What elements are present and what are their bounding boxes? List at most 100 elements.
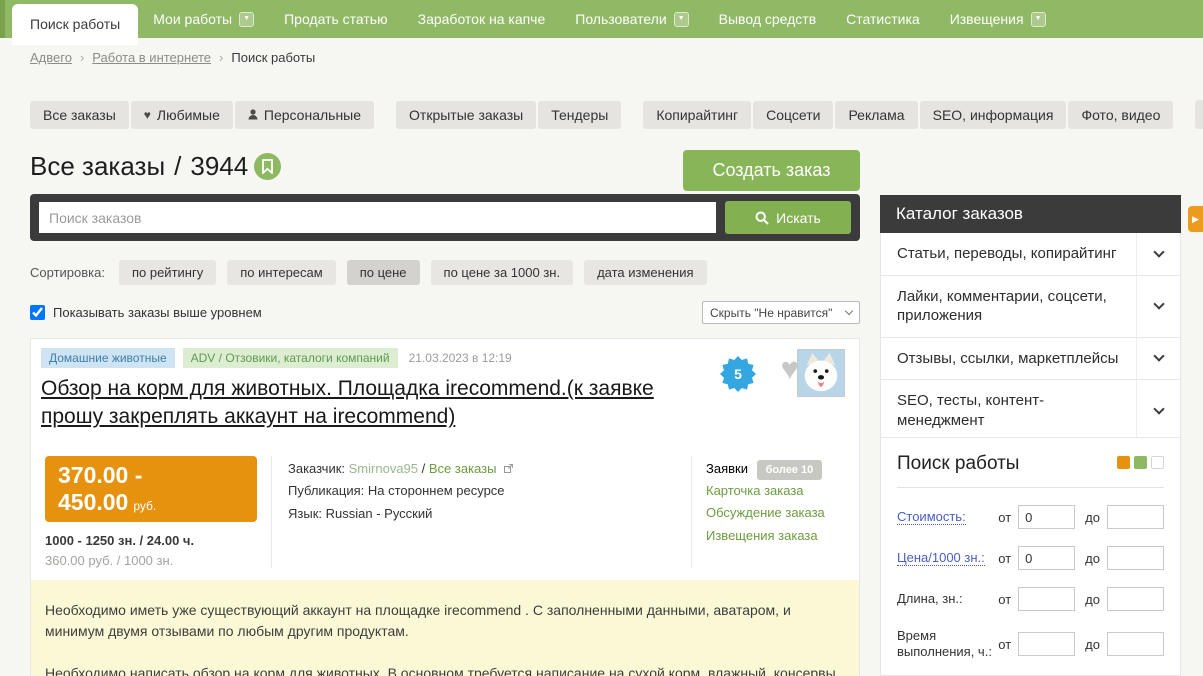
order-info-column: Заказчик: Smirnova95 / Все заказы Публик… xyxy=(271,455,691,568)
price-per-1000-filter-link[interactable]: Цена/1000 зн.: xyxy=(897,549,985,566)
price-per-1000-to-input[interactable] xyxy=(1107,546,1164,570)
sort-by-price[interactable]: по цене xyxy=(346,260,420,285)
search-input[interactable] xyxy=(39,202,716,233)
external-link-icon xyxy=(504,463,514,473)
price-per-1000-from-input[interactable] xyxy=(1018,546,1076,570)
catalog-item-likes-social[interactable]: Лайки, комментарии, соцсети, приложения xyxy=(881,275,1180,338)
applications-badge: более 10 xyxy=(756,459,823,481)
nav-tab-statistics[interactable]: Статистика xyxy=(831,0,935,38)
filter-social[interactable]: Соцсети xyxy=(753,100,834,129)
price-currency: руб. xyxy=(133,498,157,513)
filter-photo-video[interactable]: Фото, видео xyxy=(1068,100,1174,129)
nav-tab-label: Поиск работы xyxy=(30,16,121,32)
description-paragraph: Необходимо иметь уже существующий аккаун… xyxy=(45,601,791,639)
breadcrumb-separator: › xyxy=(219,50,224,65)
customer-all-orders-link[interactable]: Все заказы xyxy=(429,461,497,476)
order-card-link[interactable]: Карточка заказа xyxy=(706,480,859,502)
order-notifications-link[interactable]: Извещения заказа xyxy=(706,525,859,547)
nav-tab-label: Мои работы xyxy=(153,11,233,27)
bookmark-button[interactable] xyxy=(254,153,282,180)
hide-dislike-select[interactable]: Скрыть "Не нравится" xyxy=(702,301,860,324)
order-details: 370.00 - 450.00 руб. 1000 - 1250 зн. / 24… xyxy=(31,446,859,580)
legend-square-orange[interactable] xyxy=(1117,456,1130,469)
bookmark-icon xyxy=(262,159,274,174)
order-tag-pets[interactable]: Домашние животные xyxy=(41,348,175,368)
length-to-input[interactable] xyxy=(1107,587,1164,611)
filter-tenders[interactable]: Тендеры xyxy=(538,100,622,129)
filter-favorites[interactable]: ♥ Любимые xyxy=(130,100,233,129)
length-from-input[interactable] xyxy=(1018,587,1076,611)
order-card: Домашние животные ADV / Отзовики, катало… xyxy=(30,338,860,676)
arrow-right-icon: ▶ xyxy=(1192,213,1199,224)
nav-tab-my-works[interactable]: Мои работы ▼ xyxy=(138,0,269,38)
chevron-down-icon xyxy=(844,306,854,316)
rss-button[interactable] xyxy=(1195,100,1203,129)
rating-badge[interactable]: 5 xyxy=(720,356,756,392)
caret-down-icon[interactable]: ▼ xyxy=(1030,11,1046,27)
language-line: Язык: Russian - Русский xyxy=(288,506,433,522)
caret-down-icon[interactable]: ▼ xyxy=(239,11,255,27)
chevron-down-icon xyxy=(1152,402,1165,415)
nav-tab-captcha-earnings[interactable]: Заработок на капче xyxy=(403,0,561,38)
filter-row-time: Время выполнения, ч.: от до xyxy=(897,628,1164,661)
cost-from-input[interactable] xyxy=(1018,505,1076,529)
filter-open-orders[interactable]: Открытые заказы xyxy=(396,100,537,129)
order-date: 21.03.2023 в 12:19 xyxy=(408,351,512,365)
sort-by-interests[interactable]: по интересам xyxy=(227,260,336,285)
search-button[interactable]: Искать xyxy=(725,201,851,234)
price-box: 370.00 - 450.00 руб. xyxy=(45,455,257,522)
sort-by-price-per-1000[interactable]: по цене за 1000 зн. xyxy=(430,260,574,285)
sidebar-expand-tab[interactable]: ▶ xyxy=(1188,206,1203,232)
nav-tab-label: Статистика xyxy=(846,11,920,27)
filter-group-my: Все заказы ♥ Любимые Персональные xyxy=(30,100,375,129)
filter-row-cost: Стоимость: от до xyxy=(897,505,1164,529)
breadcrumb-link-advego[interactable]: Адвего xyxy=(30,50,72,65)
filter-all-orders[interactable]: Все заказы xyxy=(30,100,129,129)
search-icon xyxy=(755,211,769,225)
sort-by-rating[interactable]: по рейтингу xyxy=(118,260,217,285)
filter-seo[interactable]: SEO, информация xyxy=(919,100,1067,129)
nav-tab-job-search[interactable]: Поиск работы xyxy=(12,4,139,45)
filter-copywriting[interactable]: Копирайтинг xyxy=(643,100,752,129)
filter-ads[interactable]: Реклама xyxy=(835,100,918,129)
job-search-panel: Поиск работы Стоимость: от до Цена/1000 … xyxy=(880,437,1181,676)
chevron-cell[interactable] xyxy=(1136,233,1180,275)
time-from-input[interactable] xyxy=(1018,632,1076,657)
nav-tab-label: Извещения xyxy=(949,11,1024,27)
rating-value: 5 xyxy=(734,366,742,382)
customer-avatar[interactable] xyxy=(797,349,845,397)
catalog-item-articles[interactable]: Статьи, переводы, копирайтинг xyxy=(881,233,1180,276)
job-search-header: Поиск работы xyxy=(897,453,1164,475)
search-panel: Искать xyxy=(30,194,860,241)
filter-group-type: Открытые заказы Тендеры xyxy=(396,100,622,129)
chevron-cell[interactable] xyxy=(1136,275,1180,337)
show-higher-level-checkbox[interactable] xyxy=(30,305,45,320)
order-price-column: 370.00 - 450.00 руб. 1000 - 1250 зн. / 24… xyxy=(31,455,271,568)
catalog-item-seo-tests[interactable]: SEO, тесты, контент-менеджмент xyxy=(881,380,1180,442)
customer-line: Заказчик: Smirnova95 / Все заказы xyxy=(288,458,675,481)
nav-tab-withdraw[interactable]: Вывод средств xyxy=(704,0,832,38)
filter-personal[interactable]: Персональные xyxy=(234,100,375,129)
cost-to-input[interactable] xyxy=(1107,505,1164,529)
nav-tab-sell-article[interactable]: Продать статью xyxy=(269,0,403,38)
title-separator: / xyxy=(174,151,182,181)
price-range: 370.00 - 450.00 xyxy=(58,461,143,515)
legend-square-white[interactable] xyxy=(1151,456,1164,469)
order-discussion-link[interactable]: Обсуждение заказа xyxy=(706,502,859,524)
sort-by-date-changed[interactable]: дата изменения xyxy=(584,260,707,285)
catalog-item-reviews-links[interactable]: Отзывы, ссылки, маркетплейсы xyxy=(881,337,1180,380)
chevron-cell[interactable] xyxy=(1136,380,1180,441)
page-title-text: Все заказы xyxy=(30,151,166,181)
order-tag-adv-reviews[interactable]: ADV / Отзовики, каталоги компаний xyxy=(182,348,398,368)
customer-link[interactable]: Smirnova95 xyxy=(349,461,418,476)
time-to-input[interactable] xyxy=(1107,632,1164,657)
caret-down-icon[interactable]: ▼ xyxy=(673,11,689,27)
cost-filter-link[interactable]: Стоимость: xyxy=(897,508,966,525)
nav-tab-users[interactable]: Пользователи ▼ xyxy=(560,0,703,38)
nav-tab-notifications[interactable]: Извещения ▼ xyxy=(935,0,1061,38)
chevron-cell[interactable] xyxy=(1136,337,1180,379)
create-order-button[interactable]: Создать заказ xyxy=(683,150,860,191)
legend-square-green[interactable] xyxy=(1134,456,1147,469)
breadcrumb-link-internet-work[interactable]: Работа в интернете xyxy=(92,50,211,65)
nav-tab-label: Пользователи xyxy=(575,11,667,27)
